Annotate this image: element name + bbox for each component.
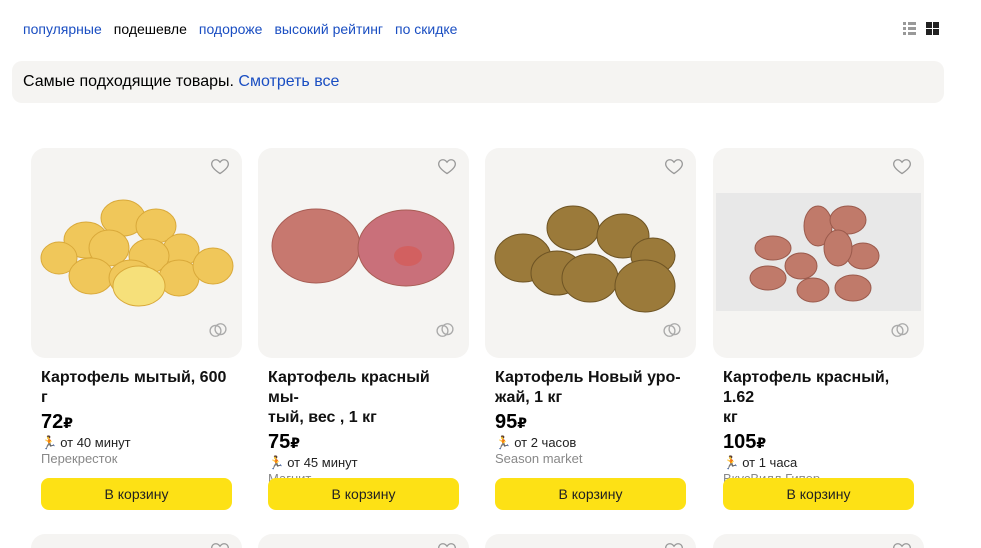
grid-view-icon[interactable] xyxy=(926,22,939,35)
heart-icon[interactable] xyxy=(437,540,457,548)
sort-discount[interactable]: по скидке xyxy=(395,20,457,38)
sort-rating[interactable]: высокий рейтинг xyxy=(274,20,383,38)
heart-icon[interactable] xyxy=(664,156,684,176)
product-price: 105₽ xyxy=(723,431,767,453)
runner-icon: 🏃 xyxy=(723,455,740,470)
see-all-link[interactable]: Смотреть все xyxy=(238,73,339,90)
sort-bar: популярные подешевле подороже высокий ре… xyxy=(23,20,457,38)
list-view-icon[interactable] xyxy=(903,22,916,35)
product-title[interactable]: Картофель красный мы- тый, вес , 1 кг xyxy=(258,368,469,428)
add-to-cart-button[interactable]: В корзину xyxy=(268,478,459,510)
product-image[interactable] xyxy=(31,148,242,358)
heart-icon[interactable] xyxy=(892,156,912,176)
product-image[interactable] xyxy=(485,148,696,358)
product-image[interactable] xyxy=(258,148,469,358)
add-to-cart-button[interactable]: В корзину xyxy=(723,478,914,510)
product-title[interactable]: Картофель красный, 1.62 кг xyxy=(713,368,924,428)
runner-icon: 🏃 xyxy=(41,435,58,450)
product-title[interactable]: Картофель мытый, 600 г xyxy=(31,368,242,408)
delivery-time: 🏃 от 2 часов xyxy=(495,435,577,450)
compare-icon[interactable] xyxy=(208,320,228,340)
sort-pricier[interactable]: подороже xyxy=(199,20,263,38)
delivery-time: 🏃 от 40 минут xyxy=(41,435,131,450)
results-notice: Самые подходящие товары. Смотреть все xyxy=(12,61,944,103)
sort-popular[interactable]: популярные xyxy=(23,20,102,38)
product-card[interactable]: Картофель мытый, 600 г 72₽ 🏃 от 40 минут… xyxy=(31,148,242,510)
heart-icon[interactable] xyxy=(210,540,230,548)
product-card-partial[interactable] xyxy=(31,534,242,548)
product-price: 75₽ xyxy=(268,431,300,453)
delivery-time: 🏃 от 1 часа xyxy=(723,455,798,470)
delivery-time: 🏃 от 45 минут xyxy=(268,455,358,470)
product-card[interactable]: Картофель Новый уро- жай, 1 кг 95₽ 🏃 от … xyxy=(485,148,696,510)
add-to-cart-button[interactable]: В корзину xyxy=(41,478,232,510)
heart-icon[interactable] xyxy=(892,540,912,548)
product-title[interactable]: Картофель Новый уро- жай, 1 кг xyxy=(485,368,696,408)
sort-cheaper[interactable]: подешевле xyxy=(114,20,187,38)
product-image[interactable] xyxy=(713,148,924,358)
product-price: 72₽ xyxy=(41,411,73,433)
compare-icon[interactable] xyxy=(435,320,455,340)
shop-name: Перекресток xyxy=(41,451,118,466)
notice-text: Самые подходящие товары. xyxy=(23,73,234,90)
runner-icon: 🏃 xyxy=(495,435,512,450)
compare-icon[interactable] xyxy=(662,320,682,340)
heart-icon[interactable] xyxy=(437,156,457,176)
view-toggle xyxy=(903,22,939,35)
heart-icon[interactable] xyxy=(664,540,684,548)
heart-icon[interactable] xyxy=(210,156,230,176)
product-card-partial[interactable] xyxy=(258,534,469,548)
add-to-cart-button[interactable]: В корзину xyxy=(495,478,686,510)
shop-name: Season market xyxy=(495,451,583,466)
product-card-partial[interactable] xyxy=(485,534,696,548)
product-card-partial[interactable] xyxy=(713,534,924,548)
compare-icon[interactable] xyxy=(890,320,910,340)
product-card[interactable]: Картофель красный, 1.62 кг 105₽ 🏃 от 1 ч… xyxy=(713,148,924,510)
product-card[interactable]: Картофель красный мы- тый, вес , 1 кг 75… xyxy=(258,148,469,510)
product-price: 95₽ xyxy=(495,411,527,433)
runner-icon: 🏃 xyxy=(268,455,285,470)
